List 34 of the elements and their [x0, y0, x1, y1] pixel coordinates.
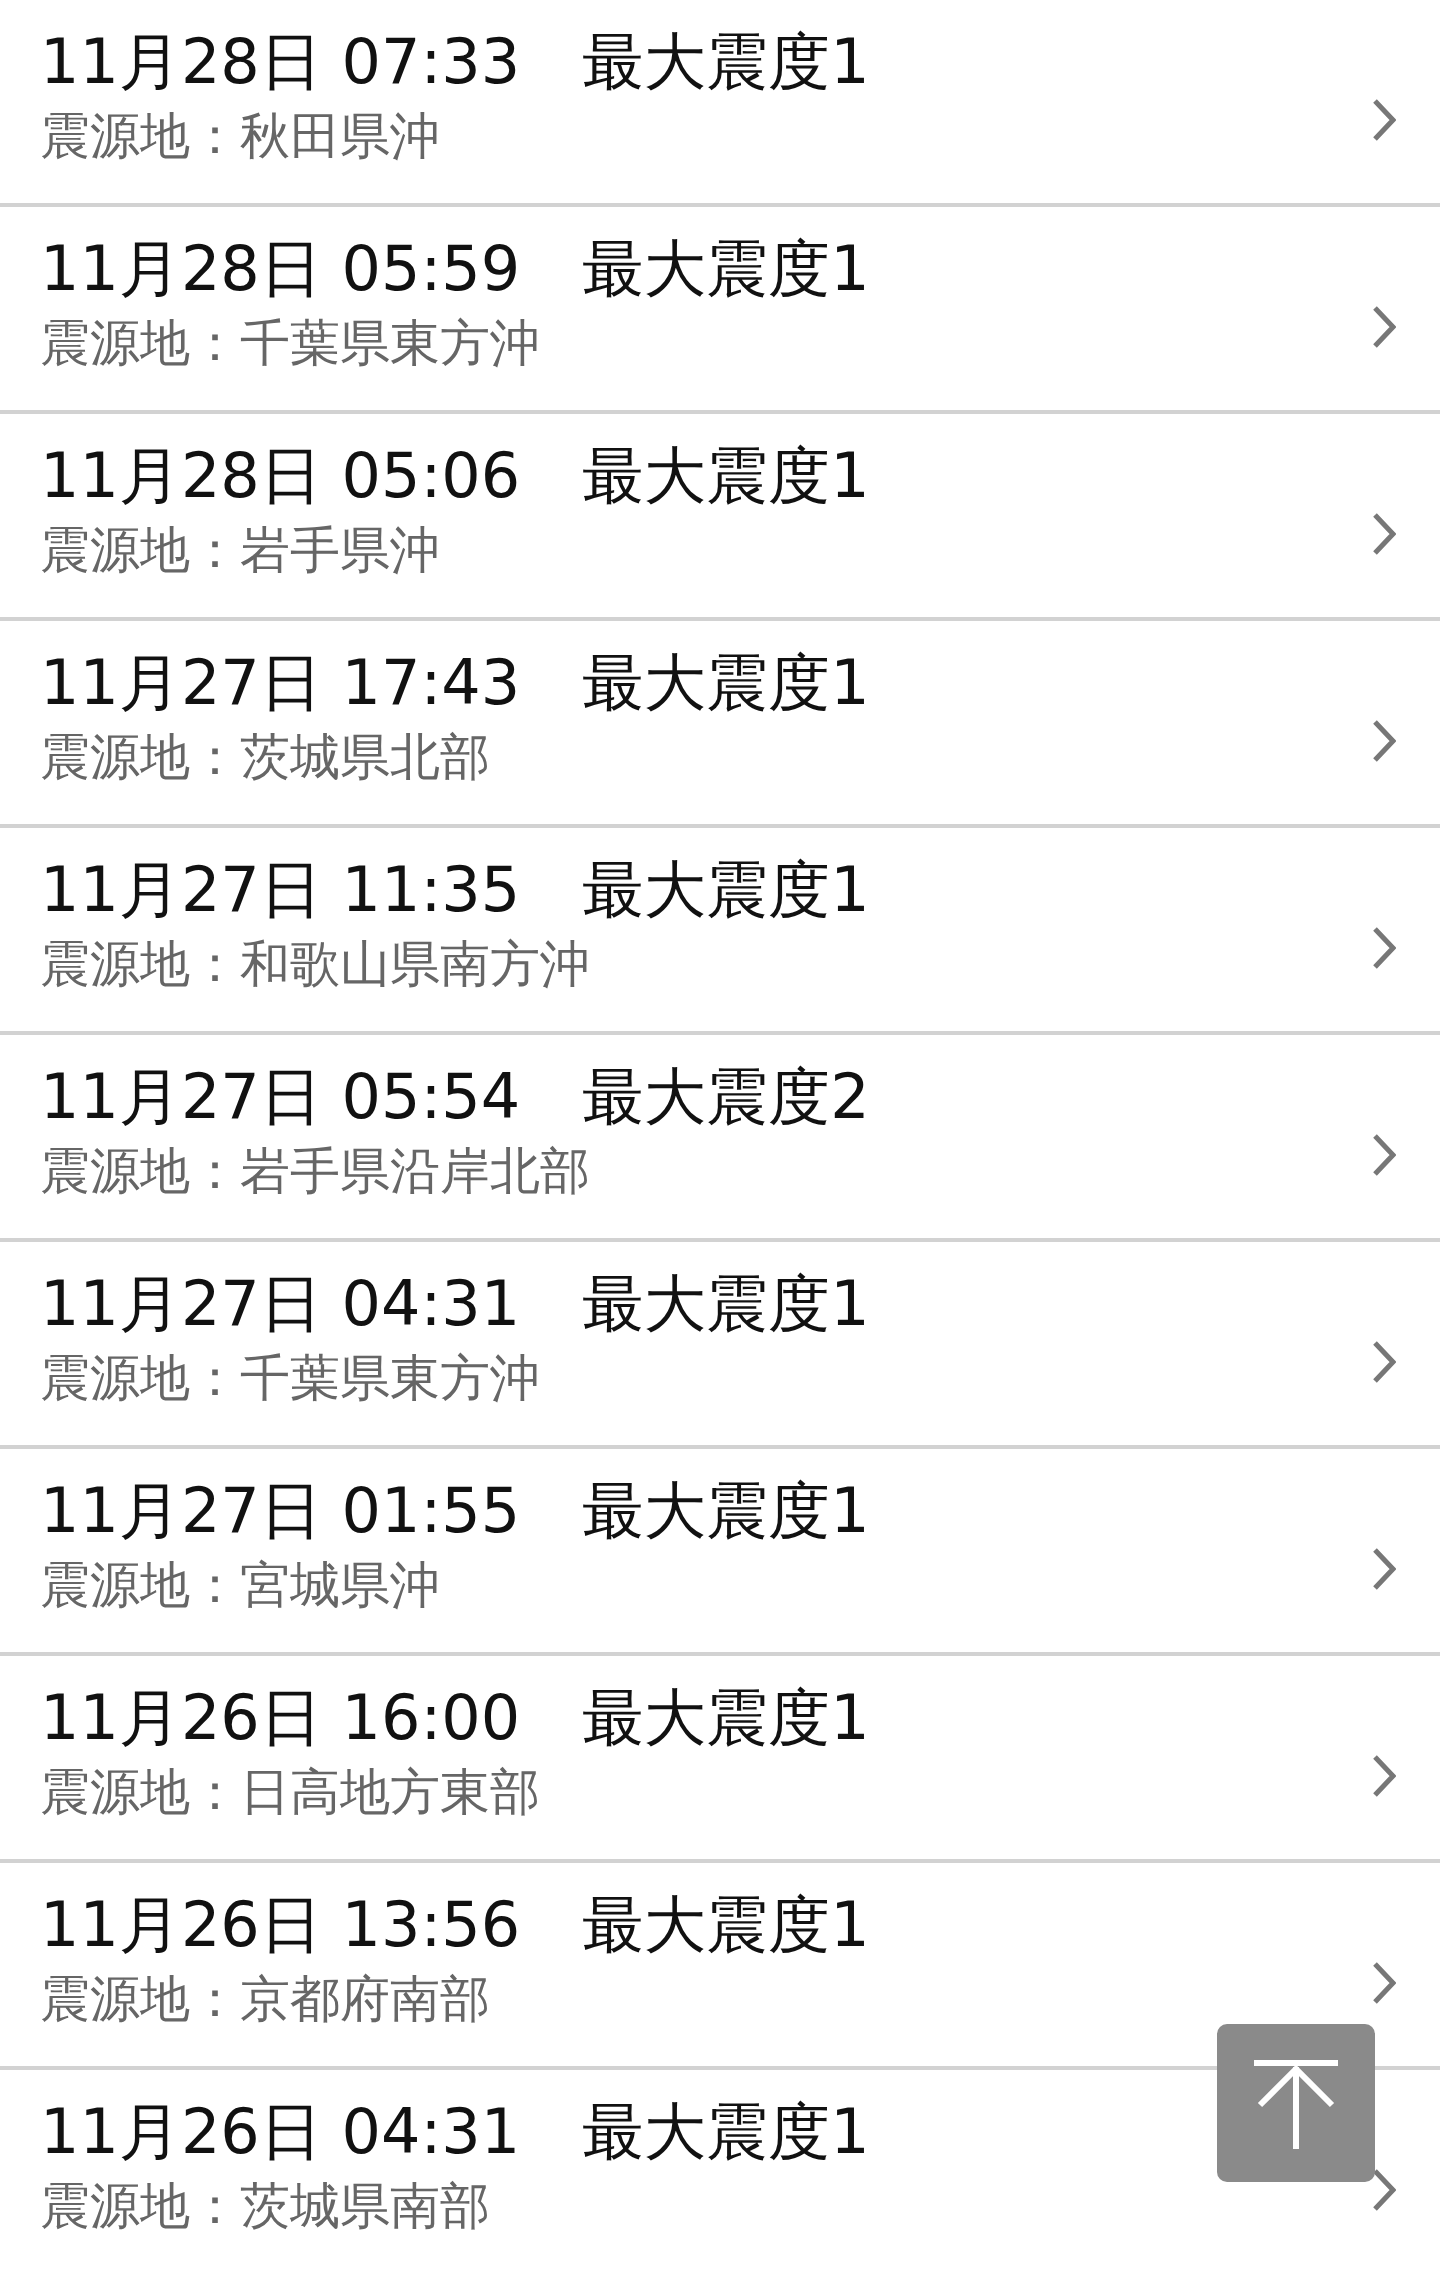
quake-time-intensity: 11月28日 05:59 最大震度1	[40, 231, 870, 307]
chevron-right-icon	[1372, 1547, 1396, 1591]
epicenter-text: 震源地：岩手県沖	[40, 520, 441, 581]
epicenter-text: 震源地：宮城県沖	[40, 1555, 441, 1616]
chevron-right-icon	[1372, 719, 1396, 763]
quake-time-intensity: 11月26日 13:56 最大震度1	[40, 1887, 870, 1963]
quake-time-intensity: 11月26日 04:31 最大震度1	[40, 2094, 870, 2170]
chevron-right-icon	[1372, 1133, 1396, 1177]
quake-time-intensity: 11月28日 07:33 最大震度1	[40, 24, 870, 100]
quake-time-intensity: 11月28日 05:06 最大震度1	[40, 438, 870, 514]
scroll-to-top-button[interactable]	[1217, 2024, 1375, 2182]
epicenter-text: 震源地：和歌山県南方沖	[40, 934, 591, 995]
chevron-right-icon	[1372, 926, 1396, 970]
quake-time-intensity: 11月27日 17:43 最大震度1	[40, 645, 870, 721]
epicenter-text: 震源地：岩手県沿岸北部	[40, 1141, 591, 1202]
chevron-right-icon	[1372, 1340, 1396, 1384]
epicenter-text: 震源地：茨城県北部	[40, 727, 491, 788]
chevron-right-icon	[1372, 1754, 1396, 1798]
epicenter-text: 震源地：日高地方東部	[40, 1762, 541, 1823]
chevron-right-icon	[1372, 512, 1396, 556]
chevron-right-icon	[1372, 98, 1396, 142]
chevron-right-icon	[1372, 305, 1396, 349]
quake-time-intensity: 11月26日 16:00 最大震度1	[40, 1680, 870, 1756]
epicenter-text: 震源地：千葉県東方沖	[40, 313, 541, 374]
chevron-right-icon	[1372, 1961, 1396, 2005]
epicenter-text: 震源地：千葉県東方沖	[40, 1348, 541, 1409]
quake-time-intensity: 11月27日 11:35 最大震度1	[40, 852, 870, 928]
quake-time-intensity: 11月27日 04:31 最大震度1	[40, 1266, 870, 1342]
quake-time-intensity: 11月27日 05:54 最大震度2	[40, 1059, 870, 1135]
quake-time-intensity: 11月27日 01:55 最大震度1	[40, 1473, 870, 1549]
epicenter-text: 震源地：秋田県沖	[40, 106, 441, 167]
epicenter-text: 震源地：京都府南部	[40, 1969, 491, 2030]
epicenter-text: 震源地：茨城県南部	[40, 2176, 491, 2237]
chevron-right-icon	[1372, 2168, 1396, 2212]
